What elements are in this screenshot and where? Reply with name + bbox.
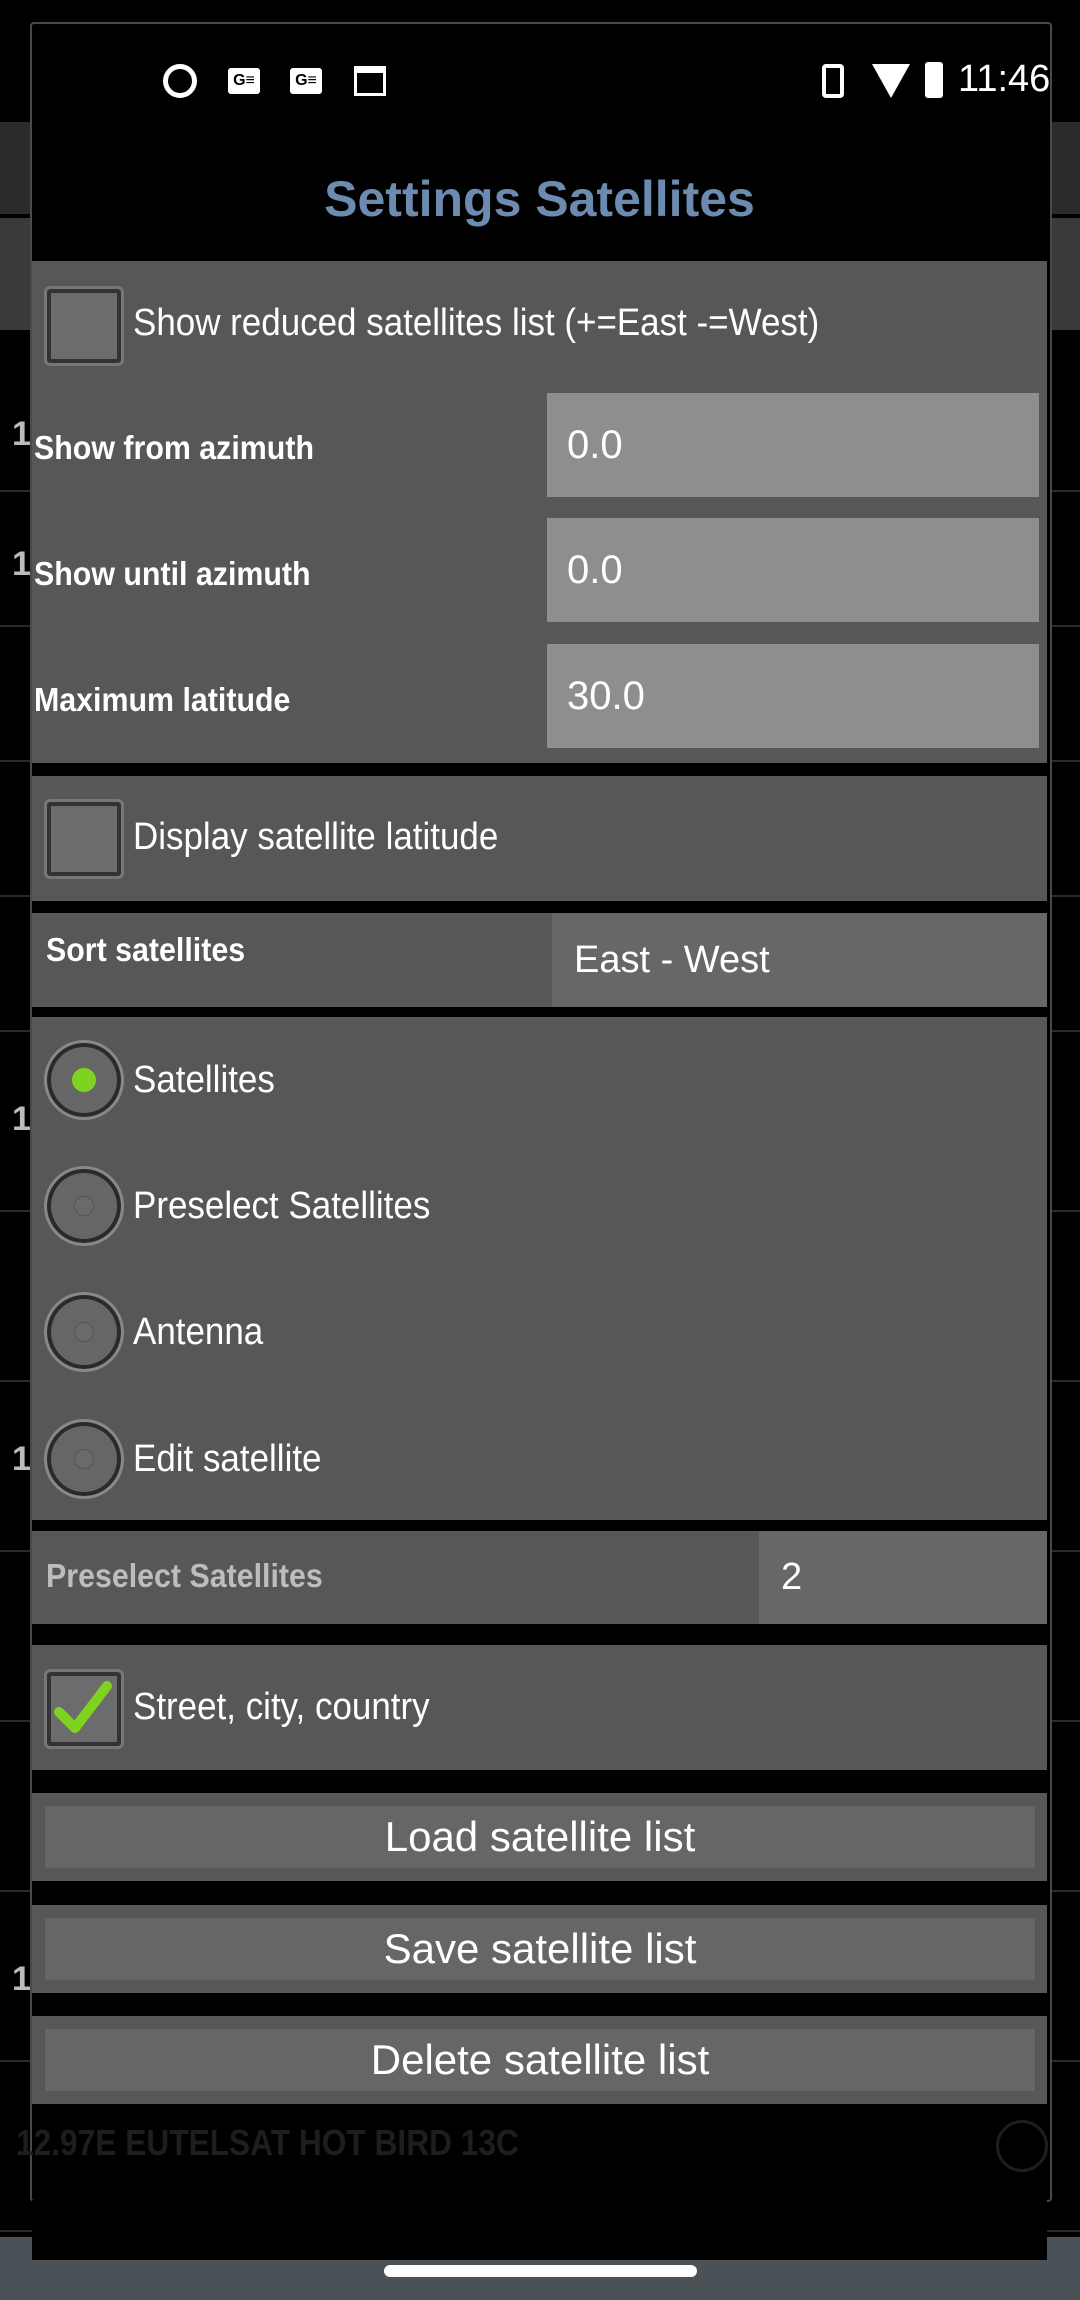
preselect-label: Preselect Satellites [46,1557,323,1594]
radio-label: Satellites [133,1059,275,1101]
sort-label: Sort satellites [46,931,246,968]
until-azimuth-input[interactable]: 0.0 [547,518,1039,622]
radio-dot [74,1322,94,1342]
radio-preselect-satellites[interactable] [44,1166,124,1246]
display-latitude-label: Display satellite latitude [133,816,499,858]
radio-satellites[interactable] [44,1040,124,1120]
radio-selected-dot [72,1068,96,1092]
ge-news-icon: G≡ [290,68,322,94]
bg-row-prefix: 1 [12,545,31,583]
ge-news-icon: G≡ [228,68,260,94]
dialog-title: Settings Satellites [324,171,755,227]
bg-row-prefix: 1 [12,1100,31,1138]
vibrate-icon [822,64,844,98]
delete-section: Delete satellite list [32,2016,1047,2104]
street-checkbox[interactable] [44,1669,124,1749]
reduced-list-label: Show reduced satellites list (+=East -=W… [133,302,820,344]
max-latitude-input[interactable]: 30.0 [547,644,1039,748]
home-gesture-handle[interactable] [384,2265,697,2277]
reduced-list-checkbox[interactable] [44,286,124,366]
radio-dot [74,1449,94,1469]
battery-charging-icon [925,62,943,98]
bg-row-prefix: 1 [12,415,31,453]
display-latitude-checkbox[interactable] [44,799,124,879]
dialog-bottom [32,2200,1047,2260]
bg-row-prefix: 1 [12,1440,31,1478]
radio-label: Antenna [133,1311,264,1353]
max-latitude-label: Maximum latitude [34,681,291,718]
bg-row-prefix: 1 [12,1960,31,1998]
checkmark-icon [54,1681,112,1733]
preselect-input[interactable]: 2 [759,1531,1047,1624]
sort-dropdown[interactable]: East - West [552,913,1047,1007]
radio-antenna[interactable] [44,1292,124,1372]
radio-label: Preselect Satellites [133,1185,431,1227]
radio-edit-satellite[interactable] [44,1419,124,1499]
street-label: Street, city, country [133,1686,430,1728]
q-app-icon [163,64,197,98]
sort-row: Sort satellites East - West [32,913,1047,1007]
radio-dot [74,1196,94,1216]
background-satellite-row: 12.97E EUTELSAT HOT BIRD 13C [16,2122,519,2163]
load-section: Load satellite list [32,1793,1047,1881]
from-azimuth-input[interactable]: 0.0 [547,393,1039,497]
from-azimuth-label: Show from azimuth [34,429,314,466]
radio-label: Edit satellite [133,1438,322,1480]
delete-list-button[interactable]: Delete satellite list [45,2029,1035,2091]
display-latitude-section: Display satellite latitude [32,776,1047,901]
background-radio-icon [996,2120,1048,2172]
until-azimuth-label: Show until azimuth [34,555,311,592]
wifi-icon [872,64,910,98]
load-list-button[interactable]: Load satellite list [45,1806,1035,1868]
save-section: Save satellite list [32,1905,1047,1993]
mode-radio-group: Satellites Preselect Satellites Antenna … [32,1017,1047,1520]
calendar-icon [354,66,386,96]
status-time: 11:46 [958,58,1051,100]
street-section: Street, city, country [32,1645,1047,1770]
save-list-button[interactable]: Save satellite list [45,1918,1035,1980]
preselect-row: Preselect Satellites 2 [32,1531,1047,1624]
